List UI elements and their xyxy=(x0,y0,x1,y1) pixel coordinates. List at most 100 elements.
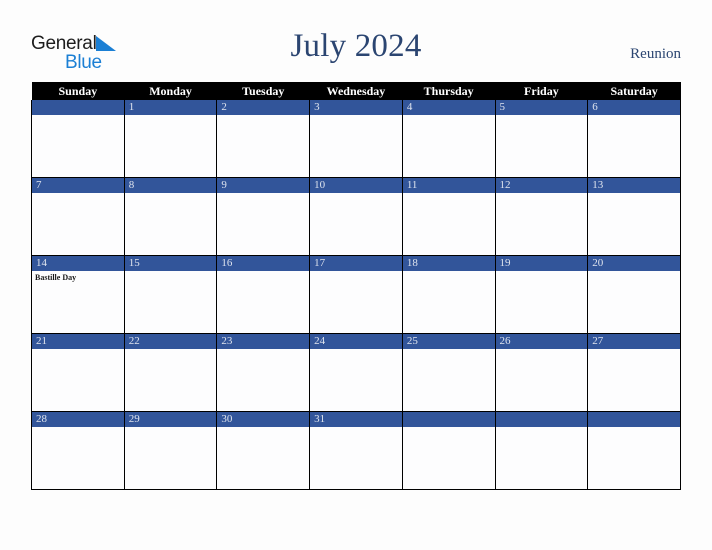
weekday-header-thursday: Thursday xyxy=(402,82,496,100)
calendar-week-row: 28 29 30 31 xyxy=(31,411,681,490)
calendar-day-cell[interactable]: 14 Bastille Day xyxy=(31,255,125,334)
calendar-day-cell[interactable]: 31 xyxy=(309,411,403,490)
day-events xyxy=(310,271,402,333)
calendar-day-cell[interactable]: 24 xyxy=(309,333,403,412)
day-number: 2 xyxy=(217,100,310,115)
calendar-day-cell[interactable]: 4 xyxy=(401,100,496,178)
calendar-table: Sunday Monday Tuesday Wednesday Thursday… xyxy=(31,82,681,490)
day-number: 29 xyxy=(124,412,217,427)
calendar-week-row: 14 Bastille Day 15 16 17 18 19 20 xyxy=(31,255,681,334)
calendar-empty-cell[interactable] xyxy=(31,100,125,178)
day-events xyxy=(403,349,495,411)
calendar-day-cell[interactable]: 27 xyxy=(587,333,681,412)
calendar-empty-cell[interactable] xyxy=(587,411,681,490)
day-number: 13 xyxy=(588,178,680,193)
day-events xyxy=(310,349,402,411)
day-number: 19 xyxy=(495,256,588,271)
weekday-header-saturday: Saturday xyxy=(587,82,681,100)
calendar-day-cell[interactable]: 5 xyxy=(494,100,589,178)
day-events xyxy=(125,271,217,333)
day-events xyxy=(496,193,588,255)
day-number: 6 xyxy=(588,100,680,115)
calendar-day-cell[interactable]: 11 xyxy=(401,177,496,256)
day-number: 15 xyxy=(124,256,217,271)
calendar-day-cell[interactable]: 1 xyxy=(123,100,218,178)
calendar-day-cell[interactable]: 29 xyxy=(123,411,218,490)
day-events xyxy=(588,427,680,489)
day-number: 23 xyxy=(217,334,310,349)
day-events xyxy=(32,427,124,489)
calendar-day-cell[interactable]: 20 xyxy=(587,255,681,334)
calendar-day-cell[interactable]: 16 xyxy=(216,255,311,334)
calendar-day-cell[interactable]: 23 xyxy=(216,333,311,412)
day-number: 20 xyxy=(588,256,680,271)
weekday-header-wednesday: Wednesday xyxy=(309,82,403,100)
calendar-day-cell[interactable]: 15 xyxy=(123,255,218,334)
calendar-day-cell[interactable]: 22 xyxy=(123,333,218,412)
day-events xyxy=(588,349,680,411)
calendar-day-cell[interactable]: 19 xyxy=(494,255,589,334)
day-number: 22 xyxy=(124,334,217,349)
weekday-header-monday: Monday xyxy=(124,82,217,100)
day-number: 11 xyxy=(402,178,495,193)
day-number: 18 xyxy=(402,256,495,271)
day-number: 27 xyxy=(588,334,680,349)
calendar-day-cell[interactable]: 10 xyxy=(309,177,403,256)
calendar-day-cell[interactable]: 7 xyxy=(31,177,125,256)
calendar-day-cell[interactable]: 3 xyxy=(309,100,403,178)
day-events xyxy=(496,271,588,333)
day-number: 12 xyxy=(495,178,588,193)
calendar-day-cell[interactable]: 30 xyxy=(216,411,311,490)
day-number: 28 xyxy=(32,412,124,427)
day-number: 7 xyxy=(32,178,124,193)
day-events xyxy=(588,271,680,333)
day-events xyxy=(310,115,402,177)
day-events xyxy=(32,115,124,177)
page-header: General Blue July 2024 Reunion xyxy=(0,0,712,82)
day-number: 10 xyxy=(310,178,402,193)
calendar-empty-cell[interactable] xyxy=(401,411,496,490)
day-events xyxy=(125,427,217,489)
day-events xyxy=(217,115,309,177)
calendar-day-cell[interactable]: 13 xyxy=(587,177,681,256)
calendar-empty-cell[interactable] xyxy=(494,411,589,490)
day-events xyxy=(310,193,402,255)
day-events xyxy=(588,193,680,255)
day-events xyxy=(403,427,495,489)
day-number: 24 xyxy=(310,334,402,349)
day-number xyxy=(588,412,680,427)
day-number: 3 xyxy=(310,100,402,115)
region-label: Reunion xyxy=(630,46,681,62)
day-events xyxy=(588,115,680,177)
day-events xyxy=(125,193,217,255)
day-number: 30 xyxy=(217,412,310,427)
day-events: Bastille Day xyxy=(32,271,124,333)
calendar-day-cell[interactable]: 26 xyxy=(494,333,589,412)
day-events xyxy=(217,271,309,333)
calendar-day-cell[interactable]: 25 xyxy=(401,333,496,412)
day-number: 26 xyxy=(495,334,588,349)
calendar-day-cell[interactable]: 8 xyxy=(123,177,218,256)
calendar-day-cell[interactable]: 6 xyxy=(587,100,681,178)
calendar-day-cell[interactable]: 17 xyxy=(309,255,403,334)
day-number xyxy=(495,412,588,427)
calendar-day-cell[interactable]: 28 xyxy=(31,411,125,490)
day-events xyxy=(496,427,588,489)
day-events xyxy=(403,115,495,177)
calendar-day-cell[interactable]: 18 xyxy=(401,255,496,334)
day-number: 25 xyxy=(402,334,495,349)
calendar-page: General Blue July 2024 Reunion Sunday Mo… xyxy=(0,0,712,550)
calendar-day-cell[interactable]: 12 xyxy=(494,177,589,256)
calendar-day-cell[interactable]: 21 xyxy=(31,333,125,412)
calendar-week-row: 123456 xyxy=(31,100,681,178)
day-events xyxy=(496,115,588,177)
calendar-grid: Sunday Monday Tuesday Wednesday Thursday… xyxy=(31,82,681,490)
day-events xyxy=(217,193,309,255)
day-events xyxy=(403,271,495,333)
calendar-day-cell[interactable]: 2 xyxy=(216,100,311,178)
day-number: 1 xyxy=(124,100,217,115)
day-number: 8 xyxy=(124,178,217,193)
day-number: 21 xyxy=(32,334,124,349)
day-events xyxy=(496,349,588,411)
calendar-day-cell[interactable]: 9 xyxy=(216,177,311,256)
